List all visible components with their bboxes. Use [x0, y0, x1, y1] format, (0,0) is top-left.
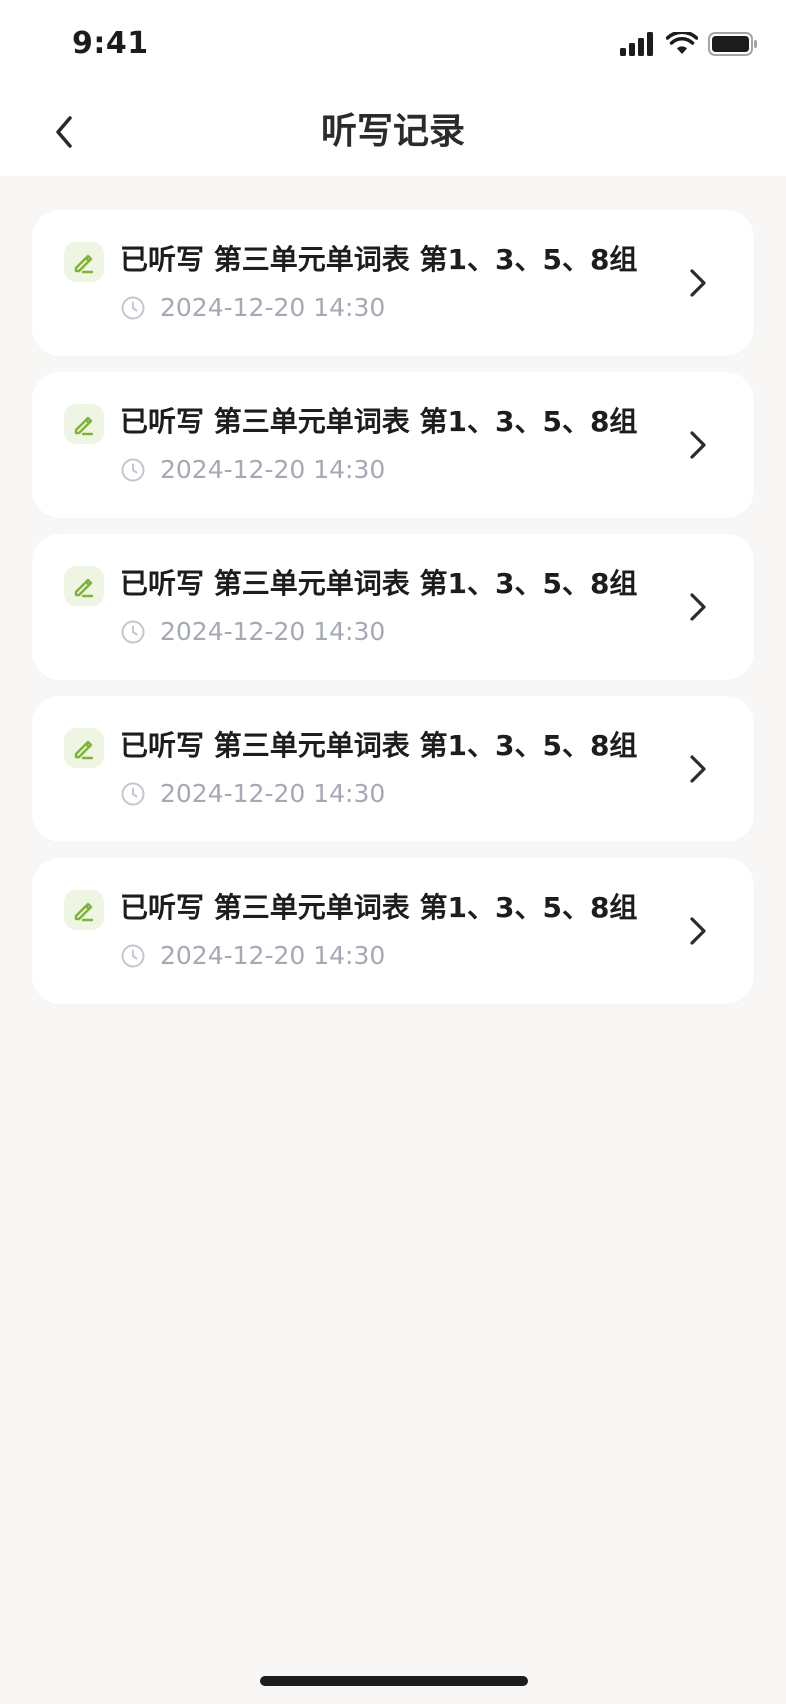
record-time-text: 2024-12-20 14:30: [160, 941, 386, 970]
chevron-right-icon: [678, 911, 718, 951]
page-title: 听写记录: [320, 111, 465, 152]
record-title: 已听写 第三单元单词表 第1、3、5、8组: [120, 567, 638, 600]
status-bar: 9:41: [0, 0, 786, 88]
clock-icon: [121, 458, 145, 482]
record-time-text: 2024-12-20 14:30: [160, 293, 386, 322]
clock-icon: [121, 944, 145, 968]
record-time: 2024-12-20 14:30: [120, 454, 385, 486]
status-time: 9:41: [72, 26, 149, 61]
wifi-icon: [666, 32, 698, 54]
record-time: 2024-12-20 14:30: [120, 616, 385, 648]
pencil-icon: [64, 404, 104, 444]
chevron-right-icon: [678, 587, 718, 627]
record-card[interactable]: 已听写 第三单元单词表 第1、3、5、8组 2024-12-20 14:30: [32, 210, 754, 356]
battery-icon: [708, 32, 757, 56]
status-icons: [620, 32, 758, 56]
record-title: 已听写 第三单元单词表 第1、3、5、8组: [120, 405, 638, 438]
cellular-signal-icon: [620, 32, 653, 56]
chevron-right-icon: [678, 425, 718, 465]
home-indicator: [260, 1676, 528, 1686]
record-card[interactable]: 已听写 第三单元单词表 第1、3、5、8组 2024-12-20 14:30: [32, 534, 754, 680]
record-time-text: 2024-12-20 14:30: [160, 455, 386, 484]
chevron-right-icon: [678, 263, 718, 303]
nav-bar: 听写记录: [0, 88, 786, 176]
record-time: 2024-12-20 14:30: [120, 292, 385, 324]
clock-icon: [121, 296, 145, 320]
record-time: 2024-12-20 14:30: [120, 778, 385, 810]
record-time-text: 2024-12-20 14:30: [160, 617, 386, 646]
record-time: 2024-12-20 14:30: [120, 940, 385, 972]
pencil-icon: [64, 566, 104, 606]
pencil-icon: [64, 890, 104, 930]
clock-icon: [121, 620, 145, 644]
record-card[interactable]: 已听写 第三单元单词表 第1、3、5、8组 2024-12-20 14:30: [32, 696, 754, 842]
record-title: 已听写 第三单元单词表 第1、3、5、8组: [120, 243, 638, 276]
chevron-right-icon: [678, 749, 718, 789]
record-card[interactable]: 已听写 第三单元单词表 第1、3、5、8组 2024-12-20 14:30: [32, 372, 754, 518]
record-title: 已听写 第三单元单词表 第1、3、5、8组: [120, 729, 638, 762]
record-list: 已听写 第三单元单词表 第1、3、5、8组 2024-12-20 14:30 已…: [32, 210, 754, 1020]
record-title: 已听写 第三单元单词表 第1、3、5、8组: [120, 891, 638, 924]
clock-icon: [121, 782, 145, 806]
pencil-icon: [64, 242, 104, 282]
record-time-text: 2024-12-20 14:30: [160, 779, 386, 808]
record-card[interactable]: 已听写 第三单元单词表 第1、3、5、8组 2024-12-20 14:30: [32, 858, 754, 1004]
pencil-icon: [64, 728, 104, 768]
